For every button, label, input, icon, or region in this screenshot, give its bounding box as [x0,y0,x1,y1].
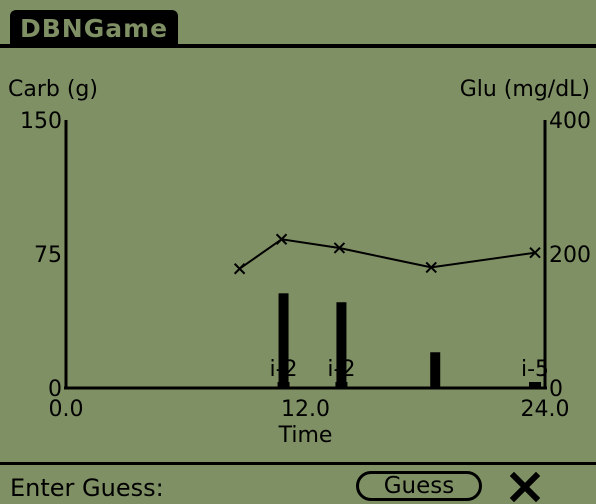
left-tick-label: 75 [34,243,62,268]
left-tick-label: 150 [20,109,62,134]
bottom-divider [0,462,596,465]
right-tick-label: 400 [549,109,591,134]
guess-label: Enter Guess: [10,474,164,502]
guess-button[interactable]: Guess [356,471,482,501]
glucose-carb-chart: Carb (g) Glu (mg/dL)15075040020000.0 12.0 2… [8,77,591,448]
title-bar: DBNGame [0,0,596,48]
x-tick-label: 24.0 [521,397,570,422]
insulin-label: i-5 [521,357,549,382]
chart-plot-area: Carb (g) Glu (mg/dL)15075040020000.0 12.0 2… [8,77,591,448]
insulin-marker [277,382,290,388]
right-tick-label: 200 [549,243,591,268]
insulin-label: i-2 [270,357,298,382]
x-axis-label: Time [278,423,333,448]
app-screen: DBNGame Carb (g) Glu (mg/dL) 150 75 0 400 200 0… [0,0,596,504]
glucose-line [239,238,536,270]
close-icon[interactable] [510,472,540,502]
glucose-point [233,263,246,275]
right-axis-label: Glu (mg/dL) [460,77,590,102]
app-title: DBNGame [10,10,179,46]
carb-bar [430,352,441,388]
insulin-marker [335,382,348,388]
bottom-bar: Enter Guess: Guess [0,462,596,504]
x-tick-label: 0.0 [49,397,84,422]
x-tick-label: 12.0 [281,397,330,422]
insulin-marker [529,382,542,388]
insulin-label: i-2 [327,357,355,382]
guess-input[interactable] [214,468,348,500]
left-axis-label: Carb (g) [8,77,98,102]
